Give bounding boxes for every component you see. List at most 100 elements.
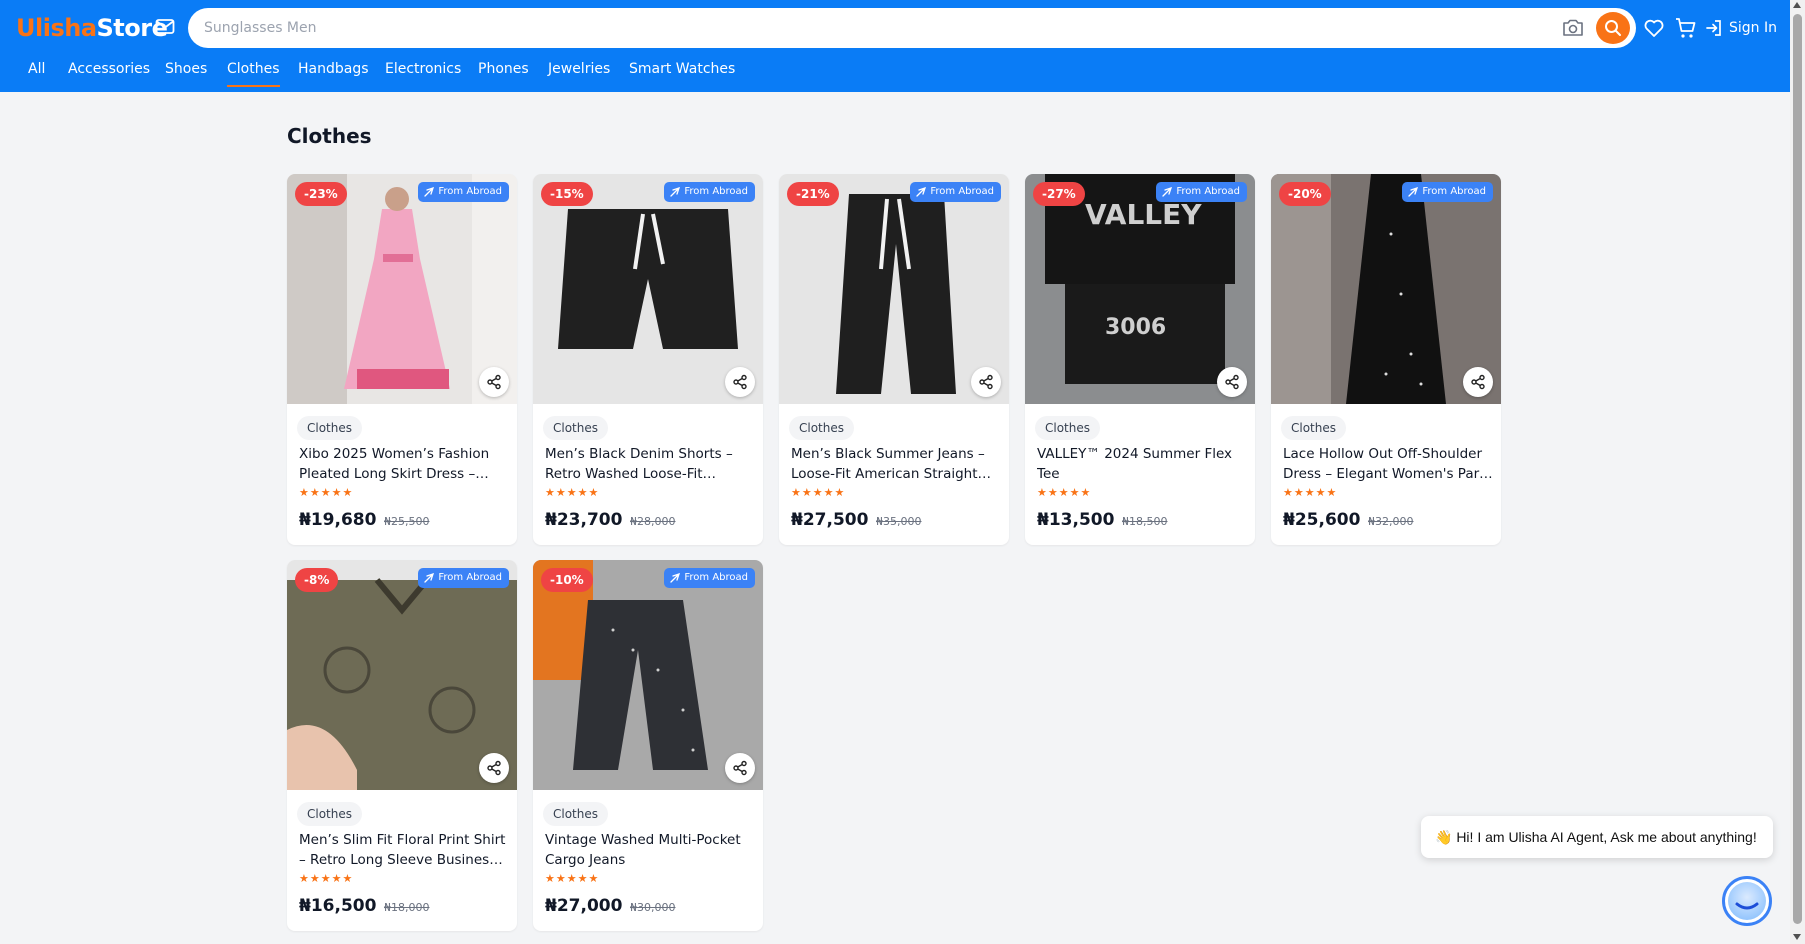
search-input[interactable] — [204, 8, 1524, 48]
product-card[interactable]: -20% From Abroad Clothes Lace Hollow Out Of… — [1271, 174, 1501, 545]
header-top-row: UlishaStore Sunglasses Men Sign In — [0, 8, 1790, 49]
share-button[interactable] — [479, 753, 509, 783]
nav-item-jewelries[interactable]: Jewelries — [548, 61, 610, 77]
from-abroad-tag: From Abroad — [1402, 182, 1493, 202]
star-rating: ★★★★★ — [299, 486, 354, 499]
share-icon — [487, 374, 501, 390]
top-header: UlishaStore Sunglasses Men Sign In All A… — [0, 0, 1790, 92]
brand-logo[interactable]: UlishaStore — [16, 14, 168, 42]
share-button[interactable] — [1463, 367, 1493, 397]
star-rating: ★★★★★ — [791, 486, 846, 499]
product-image[interactable] — [287, 560, 517, 790]
product-name[interactable]: Men’s Black Summer Jeans – Loose-Fit Ame… — [791, 444, 1001, 484]
brand-logo-part1: Ulisha — [16, 14, 97, 42]
star-rating: ★★★★★ — [299, 872, 354, 885]
from-abroad-tag: From Abroad — [664, 182, 755, 202]
product-price: ₦25,600 — [1283, 510, 1361, 530]
product-image[interactable] — [1271, 174, 1501, 404]
share-button[interactable] — [1217, 367, 1247, 397]
nav-item-handbags[interactable]: Handbags — [298, 61, 369, 77]
nav-item-smart-watches[interactable]: Smart Watches — [629, 61, 735, 77]
product-image[interactable]: VALLEY 3006 — [1025, 174, 1255, 404]
nav-item-shoes[interactable]: Shoes — [165, 61, 207, 77]
product-name[interactable]: Lace Hollow Out Off-Shoulder Dress – Ele… — [1283, 444, 1493, 484]
product-name[interactable]: Men’s Black Denim Shorts – Retro Washed … — [545, 444, 755, 484]
scroll-down-arrow[interactable] — [1793, 934, 1801, 940]
nav-item-all[interactable]: All — [28, 61, 45, 77]
product-price: ₦27,000 — [545, 896, 623, 916]
share-icon — [733, 374, 747, 390]
share-button[interactable] — [479, 367, 509, 397]
product-image[interactable] — [533, 560, 763, 790]
product-card[interactable]: -23% From Abroad Clothes Xibo 2025 Women’s … — [287, 174, 517, 545]
nav-item-electronics[interactable]: Electronics — [385, 61, 461, 77]
plane-icon — [670, 573, 681, 583]
from-abroad-label: From Abroad — [684, 186, 748, 197]
chat-bubble[interactable]: 👋 Hi! I am Ulisha AI Agent, Ask me about… — [1421, 816, 1773, 858]
search-button[interactable] — [1596, 12, 1630, 44]
share-icon — [733, 760, 747, 776]
category-chip[interactable]: Clothes — [543, 802, 608, 826]
product-image[interactable] — [533, 174, 763, 404]
plane-icon — [916, 187, 927, 197]
share-button[interactable] — [725, 367, 755, 397]
discount-badge: -21% — [787, 182, 839, 206]
sign-in-icon — [1706, 20, 1721, 36]
category-chip[interactable]: Clothes — [543, 416, 608, 440]
original-price: ₦35,000 — [876, 515, 922, 528]
category-chip[interactable]: Clothes — [297, 416, 362, 440]
product-name[interactable]: Men’s Slim Fit Floral Print Shirt – Retr… — [299, 830, 509, 870]
camera-icon[interactable] — [1562, 18, 1584, 38]
from-abroad-tag: From Abroad — [418, 182, 509, 202]
heart-icon[interactable] — [1643, 17, 1665, 39]
page-scrollbar[interactable] — [1790, 0, 1805, 944]
product-card[interactable]: -8% From Abroad Clothes Men’s Slim Fit Flor… — [287, 560, 517, 931]
original-price: ₦18,000 — [384, 901, 430, 914]
from-abroad-label: From Abroad — [1422, 186, 1486, 197]
page-title: Clothes — [287, 124, 372, 148]
mail-icon[interactable] — [155, 18, 175, 36]
scrollbar-thumb[interactable] — [1793, 14, 1802, 924]
product-card[interactable]: -21% From Abroad Clothes Men’s Black Summer… — [779, 174, 1009, 545]
nav-item-accessories[interactable]: Accessories — [68, 61, 150, 77]
plane-icon — [424, 573, 435, 583]
original-price: ₦18,500 — [1122, 515, 1168, 528]
sign-in-link[interactable]: Sign In — [1705, 17, 1777, 39]
plane-icon — [424, 187, 435, 197]
share-icon — [1225, 374, 1239, 390]
original-price: ₦25,500 — [384, 515, 430, 528]
product-card[interactable]: -15% From Abroad Clothes Men’s Black Denim … — [533, 174, 763, 545]
share-button[interactable] — [971, 367, 1001, 397]
chat-bot-icon — [1728, 882, 1766, 920]
product-card[interactable]: -10% From Abroad Clothes Vintage Washed Mul… — [533, 560, 763, 931]
from-abroad-label: From Abroad — [684, 572, 748, 583]
discount-badge: -27% — [1033, 182, 1085, 206]
discount-badge: -8% — [295, 568, 339, 592]
product-name[interactable]: Vintage Washed Multi-Pocket Cargo Jeans — [545, 830, 755, 870]
discount-badge: -20% — [1279, 182, 1331, 206]
product-name[interactable]: Xibo 2025 Women’s Fashion Pleated Long S… — [299, 444, 509, 484]
product-image[interactable] — [287, 174, 517, 404]
category-chip[interactable]: Clothes — [1035, 416, 1100, 440]
star-rating: ★★★★★ — [1283, 486, 1338, 499]
plane-icon — [1162, 187, 1173, 197]
scroll-up-arrow[interactable] — [1793, 2, 1801, 8]
chat-launcher-button[interactable] — [1722, 876, 1772, 926]
from-abroad-label: From Abroad — [930, 186, 994, 197]
product-price: ₦19,680 — [299, 510, 377, 530]
category-chip[interactable]: Clothes — [789, 416, 854, 440]
original-price: ₦32,000 — [1368, 515, 1414, 528]
cart-icon[interactable] — [1674, 16, 1698, 40]
original-price: ₦28,000 — [630, 515, 676, 528]
nav-item-phones[interactable]: Phones — [478, 61, 529, 77]
nav-item-clothes[interactable]: Clothes — [227, 61, 280, 87]
category-chip[interactable]: Clothes — [1281, 416, 1346, 440]
product-name[interactable]: VALLEY™ 2024 Summer Flex Tee — [1037, 444, 1247, 484]
share-button[interactable] — [725, 753, 755, 783]
product-image[interactable] — [779, 174, 1009, 404]
svg-text:VALLEY: VALLEY — [1085, 198, 1202, 231]
category-chip[interactable]: Clothes — [297, 802, 362, 826]
discount-badge: -15% — [541, 182, 593, 206]
product-card[interactable]: VALLEY 3006 -27% From Abroad Clothes VALLEY™ … — [1025, 174, 1255, 545]
sign-in-label: Sign In — [1729, 20, 1777, 36]
